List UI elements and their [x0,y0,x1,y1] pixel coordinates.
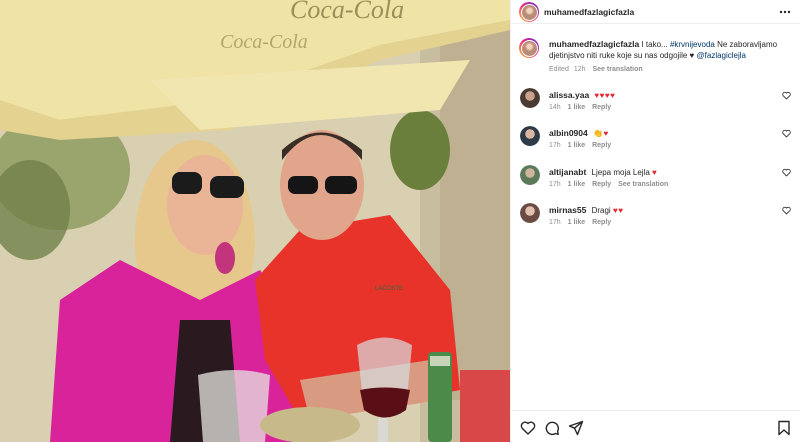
heart-icon[interactable] [782,206,791,215]
comment-line: mirnas55 Dragi ♥♥ [549,205,623,215]
bookmark-icon[interactable] [776,420,792,436]
comment-meta: 17h 1 like Reply [549,142,616,149]
more-horizontal-icon[interactable] [779,6,791,18]
comment-text: Ljepa moja Lejla [591,168,650,177]
author-avatar[interactable] [519,2,539,22]
comment-meta: 17h 1 like Reply See translation [549,181,673,188]
comment-see-translation[interactable]: See translation [618,181,668,188]
comment-likes[interactable]: 1 like [568,219,586,226]
caption-heart-emoji: ♥ [689,51,695,60]
commenter-avatar[interactable] [520,126,540,146]
comment-time: 17h [549,181,561,188]
caption-see-translation[interactable]: See translation [593,66,643,73]
comment-line: alissa.yaa ♥♥♥♥ [549,90,615,100]
comment-line: altijanabt Ljepa moja Lejla ♥ [549,167,657,177]
comment-item: altijanabt Ljepa moja Lejla ♥ 17h 1 like… [511,165,800,205]
commenter-avatar[interactable] [520,88,540,108]
comment-reply[interactable]: Reply [592,142,611,149]
comment-username[interactable]: alissa.yaa [549,90,589,100]
comment-text: Dragi [591,206,611,215]
commenter-avatar[interactable] [520,203,540,223]
comment-item: albin0904 👏♥ 17h 1 like Reply [511,126,800,166]
share-icon[interactable] [568,420,584,436]
comment-emoji: ♥♥♥♥ [594,91,616,100]
commenter-avatar[interactable] [520,165,540,185]
comment-username[interactable]: altijanabt [549,167,586,177]
comment-time: 17h [549,142,561,149]
comment-item: alissa.yaa ♥♥♥♥ 14h 1 like Reply [511,88,800,128]
heart-icon[interactable] [782,168,791,177]
post-header: muhamedfazlagicfazla [511,0,800,24]
comment-reply[interactable]: Reply [592,219,611,226]
comment-likes[interactable]: 1 like [568,142,586,149]
caption-text-start: I tako... [641,40,668,49]
caption-time: 12h [573,66,586,73]
comment-reply[interactable]: Reply [592,181,611,188]
photo-scene: Coca-Cola Coca-Cola LACOSTE [0,0,510,442]
caption-meta: Edited 12h See translation [549,66,648,73]
comment-line: albin0904 👏♥ [549,128,609,138]
caption-mention[interactable]: @fazlagiclejla [697,51,746,60]
comment-likes[interactable]: 1 like [568,181,586,188]
heart-icon[interactable] [782,91,791,100]
comment-time: 14h [549,104,561,111]
caption-hashtag[interactable]: #krvnijevoda [670,40,715,49]
post-photo[interactable]: Coca-Cola Coca-Cola LACOSTE [0,0,510,442]
edited-label: Edited [549,66,569,73]
comment-meta: 17h 1 like Reply [549,219,616,226]
comment-emoji: ♥ [652,168,658,177]
author-username[interactable]: muhamedfazlagicfazla [544,7,634,17]
comment-reply[interactable]: Reply [592,104,611,111]
post-details-panel: muhamedfazlagicfazla muhamedfazlagicfazl… [510,0,800,442]
shirt-logo: LACOSTE [375,286,403,292]
comment-item: mirnas55 Dragi ♥♥ 17h 1 like Reply [511,203,800,243]
comment-icon[interactable] [544,420,560,436]
umbrella-brand-text: Coca-Cola [290,0,404,24]
comment-emoji: 👏♥ [592,129,609,138]
comment-likes[interactable]: 1 like [568,104,586,111]
heart-icon[interactable] [520,420,536,436]
caption-avatar[interactable] [519,38,539,58]
comment-username[interactable]: albin0904 [549,128,588,138]
comment-meta: 14h 1 like Reply [549,104,616,111]
comment-time: 17h [549,219,561,226]
svg-text:Coca-Cola: Coca-Cola [220,31,308,53]
comment-username[interactable]: mirnas55 [549,205,586,215]
post-actions [511,410,800,443]
caption-username[interactable]: muhamedfazlagicfazla [549,39,639,49]
caption-text: muhamedfazlagicfazla I tako... #krvnijev… [549,39,789,61]
heart-icon[interactable] [782,129,791,138]
comment-emoji: ♥♥ [612,206,624,215]
